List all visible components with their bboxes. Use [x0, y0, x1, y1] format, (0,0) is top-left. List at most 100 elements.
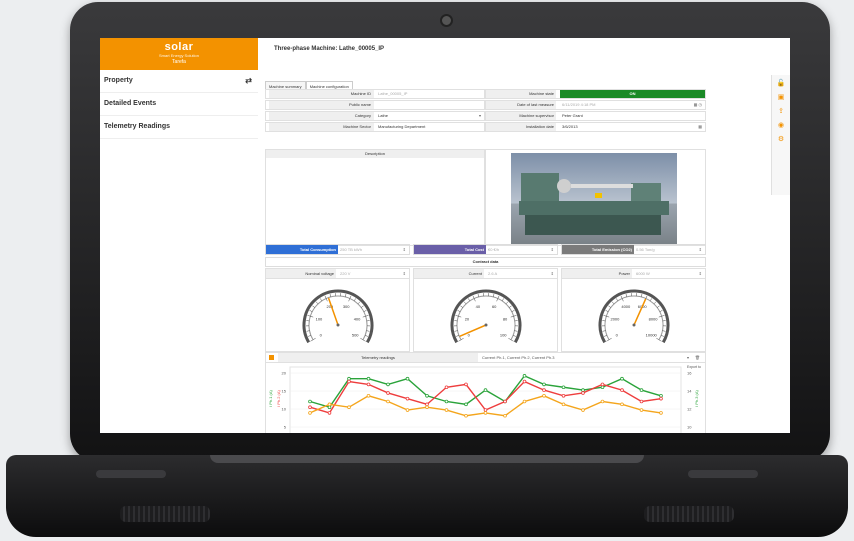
data-point	[561, 402, 566, 407]
kpi-value: 250 TB kWh	[340, 247, 362, 252]
data-point	[386, 382, 390, 387]
gauge-tick	[508, 338, 514, 342]
data-point	[620, 376, 624, 381]
warning-sign	[595, 193, 602, 198]
gauge-tick	[320, 298, 323, 302]
contract-data-title: Contract data	[265, 257, 706, 267]
data-point	[366, 393, 371, 398]
gauge-tick	[511, 310, 515, 312]
chart-header: Telemetry readings Current Ph.1, Current…	[266, 353, 705, 363]
gauge-tick-label: 20	[465, 316, 470, 321]
data-point	[425, 402, 429, 407]
calendar-icon[interactable]: ▦	[698, 123, 702, 131]
gauge-dial: 02040 6080100	[450, 289, 522, 344]
gauge-hub	[632, 323, 636, 327]
machine-id-label: Machine ID	[269, 90, 374, 98]
status-badge: ON	[560, 90, 705, 98]
sidebar-item-property[interactable]: Property ⇄	[100, 70, 258, 93]
sidebar-item-telemetry-readings[interactable]: Telemetry Readings	[100, 116, 258, 139]
data-point	[542, 382, 546, 387]
data-point	[581, 391, 585, 395]
public-name-input[interactable]	[376, 101, 484, 109]
lathe-spindle	[571, 184, 633, 188]
tenant-name: Tarefa	[172, 59, 186, 65]
chevron-down-icon[interactable]: ▾	[687, 353, 689, 362]
export-icon[interactable]: ⇪	[776, 107, 786, 117]
series-select[interactable]: Current Ph.1, Current Ph.2, Current Ph.3	[482, 353, 672, 362]
gauge-tick-label: 40	[476, 304, 481, 309]
data-point	[444, 385, 449, 390]
gauge-tick	[611, 301, 615, 305]
chart-label: Telemetry readings	[278, 353, 478, 362]
installation-date-input[interactable]: 3/6/2013	[560, 123, 705, 131]
side-toolbar: 🔓 ▣ ⇪ ◉ ⚙	[771, 75, 790, 195]
gauge-value: 220 V	[340, 271, 351, 276]
last-measure-field: Date of last measure 6/11/2019 4:18 PM ▦…	[485, 100, 706, 110]
data-point	[600, 382, 605, 387]
calendar-icon[interactable]: ▦ ◷	[694, 101, 702, 109]
description-box[interactable]: Description	[265, 149, 485, 246]
gauge-tick	[460, 305, 463, 308]
data-point	[639, 399, 644, 404]
gauge-tick	[660, 335, 664, 337]
data-point	[464, 402, 468, 407]
machine-sector-input[interactable]: Manufacturing Department	[376, 123, 484, 131]
data-point	[308, 405, 312, 409]
public-name-field: Public name	[265, 100, 485, 110]
data-point	[639, 408, 644, 412]
gauge-tick	[605, 310, 609, 312]
description-label: Description	[266, 150, 484, 158]
swap-icon[interactable]: ⇄	[245, 70, 252, 92]
data-point	[522, 379, 527, 384]
gauge-tick-label: 0	[616, 333, 619, 338]
gauge-dial: 0100200 300400500	[302, 289, 374, 344]
sidebar-item-label: Property	[104, 77, 133, 84]
checkbox[interactable]	[269, 355, 274, 360]
machine-photo-panel	[485, 149, 706, 246]
kpi-label: Total Cost	[414, 245, 486, 254]
category-select[interactable]: Lathe	[376, 112, 484, 120]
y-axis-label-2: I Ph.2 (A)	[276, 389, 281, 407]
stepper-icon[interactable]: ⇕	[699, 245, 702, 254]
stepper-icon[interactable]: ⇕	[403, 245, 406, 254]
save-icon[interactable]: ▣	[776, 93, 786, 103]
trash-icon[interactable]: 🗑	[695, 353, 700, 362]
gauge-tick	[657, 305, 660, 308]
laptop-hinge-left	[96, 470, 166, 478]
supervisor-input[interactable]: Peter Grant	[560, 112, 705, 120]
gauge-label: Current	[414, 269, 484, 278]
gauge-tick	[361, 305, 364, 308]
gauge-tick	[357, 301, 361, 305]
gauge-hub	[336, 323, 340, 327]
stepper-icon[interactable]: ⇕	[551, 245, 554, 254]
chevron-down-icon[interactable]: ▾	[479, 112, 481, 120]
brand-logo[interactable]: solar Smart Energy Solution Tarefa	[100, 38, 258, 70]
gauge-tick	[608, 305, 611, 308]
y-tick-label: 20	[282, 371, 287, 376]
unlock-icon[interactable]: 🔓	[776, 79, 786, 89]
gauge-tick	[509, 305, 512, 308]
settings-icon[interactable]: ⚙	[776, 135, 786, 145]
webcam-icon	[440, 14, 453, 27]
stepper-icon[interactable]: ⇕	[551, 269, 554, 278]
installation-date-field: Installation date 3/6/2013 ▦	[485, 122, 706, 132]
stepper-icon[interactable]: ⇕	[403, 269, 406, 278]
data-point	[503, 399, 507, 404]
gauge-arc	[302, 289, 374, 344]
gauge-hub	[484, 323, 488, 327]
data-point	[405, 376, 410, 381]
lathe-chuck	[557, 179, 571, 193]
stepper-icon[interactable]: ⇕	[699, 269, 702, 278]
gauge-tick	[364, 335, 368, 337]
gauge-tick	[315, 301, 319, 305]
alarm-icon[interactable]: ◉	[776, 121, 786, 131]
gauge-tick	[616, 298, 619, 302]
gauge-tick-label: 100	[316, 316, 323, 321]
gauge-tick-label: 0	[320, 333, 323, 338]
data-point	[464, 382, 468, 387]
gauge-tick	[649, 298, 652, 302]
y-tick-label-right: 12	[687, 407, 692, 412]
kpi-value: €0 €/h	[488, 247, 500, 252]
sidebar-item-detailed-events[interactable]: Detailed Events	[100, 93, 258, 116]
gauge-tick	[458, 338, 464, 342]
